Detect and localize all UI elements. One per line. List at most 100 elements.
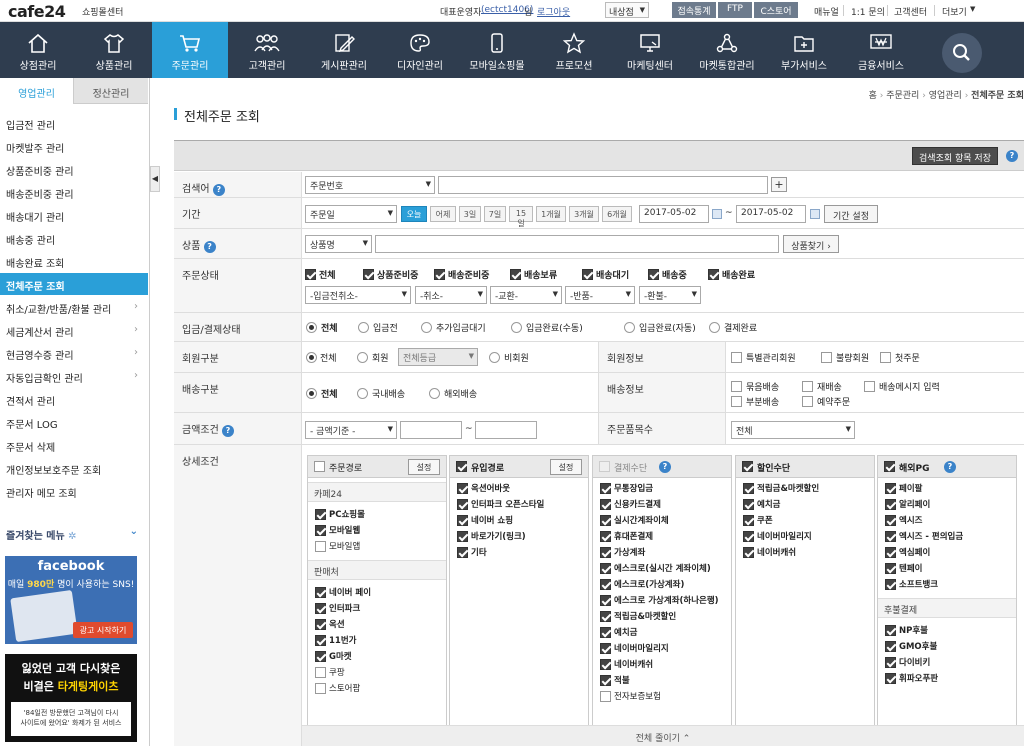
detail-option-checkbox[interactable] bbox=[885, 641, 896, 652]
period-preset-button[interactable]: 어제 bbox=[430, 206, 456, 222]
detail-option-checkbox[interactable] bbox=[600, 499, 611, 510]
calendar-icon[interactable] bbox=[712, 209, 722, 219]
panel-header-checkbox[interactable] bbox=[742, 461, 753, 472]
period-preset-button[interactable]: 7일 bbox=[484, 206, 506, 222]
detail-option-checkbox[interactable] bbox=[885, 579, 896, 590]
nav-finance-services[interactable]: 금융서비스 bbox=[842, 22, 920, 78]
order-status-select[interactable]: -교환- bbox=[490, 286, 562, 304]
period-preset-button[interactable]: 3개월 bbox=[569, 206, 599, 222]
shipping-type-radio[interactable] bbox=[306, 388, 317, 399]
detail-option-checkbox[interactable] bbox=[315, 651, 326, 662]
search-type-select[interactable]: 주문번호 bbox=[305, 176, 435, 194]
detail-option-checkbox[interactable] bbox=[315, 603, 326, 614]
inquiry-link[interactable]: 1:1 문의 bbox=[851, 5, 885, 18]
sidebar-item[interactable]: 개인정보보호주문 조회 bbox=[0, 457, 148, 479]
detail-option-checkbox[interactable] bbox=[315, 587, 326, 598]
sidebar-item[interactable]: 취소/교환/반품/환불 관리 › bbox=[0, 296, 148, 318]
amount-from-input[interactable] bbox=[400, 421, 462, 439]
detail-option-checkbox[interactable] bbox=[743, 515, 754, 526]
nav-marketing-center[interactable]: 마케팅센터 bbox=[612, 22, 688, 78]
member-radio-guest[interactable] bbox=[489, 352, 500, 363]
ftp-button[interactable]: FTP bbox=[718, 2, 752, 18]
nav-customer-management[interactable]: 고객관리 bbox=[228, 22, 306, 78]
detail-option-checkbox[interactable] bbox=[600, 691, 611, 702]
period-preset-button[interactable]: 3일 bbox=[459, 206, 481, 222]
member-info-checkbox[interactable] bbox=[731, 352, 742, 363]
period-to-input[interactable]: 2017-05-02 bbox=[736, 205, 806, 223]
detail-option-checkbox[interactable] bbox=[457, 515, 468, 526]
period-from-input[interactable]: 2017-05-02 bbox=[639, 205, 709, 223]
shipping-type-radio[interactable] bbox=[429, 388, 440, 399]
detail-option-checkbox[interactable] bbox=[315, 635, 326, 646]
panel-settings-button[interactable]: 설정 bbox=[550, 459, 582, 475]
period-type-select[interactable]: 주문일 bbox=[305, 205, 397, 223]
payment-status-radio[interactable] bbox=[511, 322, 522, 333]
detail-option-checkbox[interactable] bbox=[743, 547, 754, 558]
amount-basis-select[interactable]: - 금액기준 - bbox=[305, 421, 397, 439]
add-search-row-button[interactable]: + bbox=[771, 177, 787, 192]
payment-status-radio[interactable] bbox=[358, 322, 369, 333]
order-status-select[interactable]: -취소- bbox=[415, 286, 487, 304]
sidebar-item[interactable]: 배송준비중 관리 bbox=[0, 181, 148, 203]
period-preset-button[interactable]: 6개월 bbox=[602, 206, 632, 222]
breadcrumb-home[interactable]: 홈 bbox=[869, 91, 877, 101]
help-icon[interactable]: ? bbox=[659, 461, 671, 473]
detail-option-checkbox[interactable] bbox=[885, 531, 896, 542]
member-radio-all[interactable] bbox=[306, 352, 317, 363]
order-status-checkbox[interactable] bbox=[708, 269, 719, 280]
payment-status-radio[interactable] bbox=[306, 322, 317, 333]
product-type-select[interactable]: 상품명 bbox=[305, 235, 372, 253]
global-search-button[interactable] bbox=[942, 33, 982, 73]
order-status-checkbox[interactable] bbox=[582, 269, 593, 280]
logout-link[interactable]: 로그아웃 bbox=[537, 5, 570, 18]
nav-market-integration[interactable]: 마켓통합관리 bbox=[688, 22, 766, 78]
panel-header-checkbox[interactable] bbox=[884, 461, 895, 472]
payment-status-radio[interactable] bbox=[709, 322, 720, 333]
help-icon[interactable]: ? bbox=[212, 184, 225, 196]
sidebar-collapse-handle[interactable]: ◀ bbox=[150, 166, 160, 192]
sidebar-item[interactable]: 주문서 삭제 bbox=[0, 434, 148, 456]
nav-additional-services[interactable]: 부가서비스 bbox=[766, 22, 842, 78]
detail-option-checkbox[interactable] bbox=[315, 683, 326, 694]
shipping-info-checkbox[interactable] bbox=[802, 396, 813, 407]
detail-option-checkbox[interactable] bbox=[600, 675, 611, 686]
shipping-info-checkbox[interactable] bbox=[731, 381, 742, 392]
stats-button[interactable]: 접속통계 bbox=[672, 2, 716, 18]
detail-option-checkbox[interactable] bbox=[315, 667, 326, 678]
nav-mobile-shop[interactable]: 모바일쇼핑몰 bbox=[458, 22, 536, 78]
sidebar-item[interactable]: 입금전 관리 bbox=[0, 112, 148, 134]
breadcrumb-item[interactable]: 영업관리 bbox=[929, 91, 962, 101]
tab-settlement-management[interactable]: 정산관리 bbox=[73, 78, 148, 104]
panel-settings-button[interactable]: 설정 bbox=[408, 459, 440, 475]
sidebar-item[interactable]: 상품준비중 관리 bbox=[0, 158, 148, 180]
detail-option-checkbox[interactable] bbox=[885, 625, 896, 636]
cafe24-logo[interactable]: cafe24 bbox=[8, 2, 66, 21]
cstore-button[interactable]: C스토어 bbox=[754, 2, 798, 18]
panel-header-checkbox[interactable] bbox=[599, 461, 610, 472]
detail-option-checkbox[interactable] bbox=[885, 657, 896, 668]
sidebar-item[interactable]: 배송중 관리 bbox=[0, 227, 148, 249]
detail-option-checkbox[interactable] bbox=[600, 515, 611, 526]
detail-option-checkbox[interactable] bbox=[457, 531, 468, 542]
period-preset-button[interactable]: 15일 bbox=[509, 206, 533, 228]
product-find-button[interactable]: 상품찾기 › bbox=[783, 235, 839, 253]
amount-to-input[interactable] bbox=[475, 421, 537, 439]
detail-option-checkbox[interactable] bbox=[600, 483, 611, 494]
favorites-menu[interactable]: 즐겨찾는 메뉴 ✲ ⌄ bbox=[0, 522, 148, 544]
detail-option-checkbox[interactable] bbox=[885, 515, 896, 526]
member-info-checkbox[interactable] bbox=[821, 352, 832, 363]
detail-option-checkbox[interactable] bbox=[600, 579, 611, 590]
search-keyword-input[interactable] bbox=[438, 176, 768, 194]
member-info-checkbox[interactable] bbox=[880, 352, 891, 363]
item-count-select[interactable]: 전체 bbox=[731, 421, 855, 439]
detail-option-checkbox[interactable] bbox=[600, 547, 611, 558]
period-preset-button[interactable]: 1개월 bbox=[536, 206, 566, 222]
detail-option-checkbox[interactable] bbox=[600, 595, 611, 606]
breadcrumb-item[interactable]: 주문관리 bbox=[886, 91, 919, 101]
fb-cta-button[interactable]: 광고 시작하기 bbox=[73, 622, 133, 638]
payment-status-radio[interactable] bbox=[624, 322, 635, 333]
detail-option-checkbox[interactable] bbox=[457, 547, 468, 558]
detail-option-checkbox[interactable] bbox=[457, 499, 468, 510]
order-status-checkbox[interactable] bbox=[363, 269, 374, 280]
detail-option-checkbox[interactable] bbox=[600, 611, 611, 622]
